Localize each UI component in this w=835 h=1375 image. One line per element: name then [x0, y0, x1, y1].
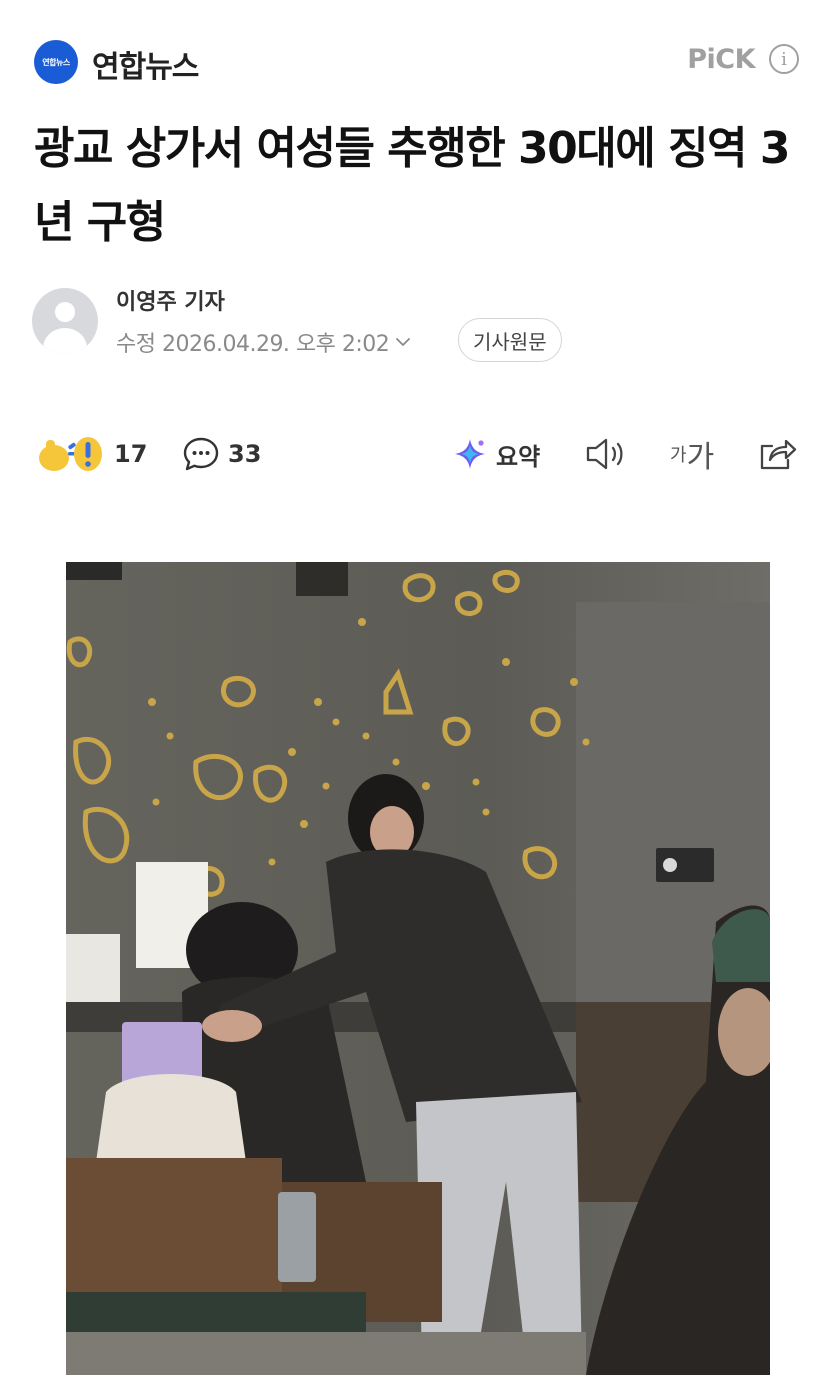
share-button[interactable] — [756, 430, 798, 478]
ai-summary-sparkle-icon — [455, 439, 485, 469]
font-size-large-label: 가 — [686, 440, 715, 475]
article-headline: 광교 상가서 여성들 추행한 30대에 징역 3년 구형 — [34, 123, 790, 248]
font-size-button[interactable]: 가 가 — [670, 430, 714, 478]
article-date[interactable]: 수정 2026.04.29. 오후 2:02 — [116, 326, 411, 358]
pick-badge: PiCK — [687, 44, 755, 75]
font-size-small-label: 가 — [670, 445, 687, 466]
article-photo[interactable] — [66, 562, 770, 1375]
article-photo-scene — [66, 562, 770, 1375]
comment-bubble-icon — [183, 437, 219, 471]
reaction-button[interactable]: 17 — [36, 430, 147, 478]
chevron-down-icon[interactable] — [395, 334, 411, 350]
share-icon — [760, 439, 797, 470]
summary-button[interactable]: 요약 — [452, 430, 540, 478]
action-bar: 17 33 요약 가 가 — [36, 430, 801, 478]
comment-button[interactable]: 33 — [182, 430, 261, 478]
reaction-emoji-icon — [39, 437, 102, 471]
comment-count: 33 — [228, 440, 262, 468]
reporter-name[interactable]: 이영주 기자 — [116, 284, 225, 316]
reporter-avatar[interactable] — [32, 288, 98, 354]
press-header: 연합뉴스 연합뉴스 PiCK i — [34, 40, 799, 86]
info-icon[interactable]: i — [769, 44, 799, 74]
reaction-count: 17 — [114, 440, 148, 468]
audio-button[interactable] — [584, 430, 628, 478]
press-logo[interactable]: 연합뉴스 — [34, 40, 78, 84]
summary-label: 요약 — [496, 442, 541, 471]
press-name[interactable]: 연합뉴스 — [92, 42, 199, 86]
speaker-icon — [586, 438, 623, 470]
date-text: 수정 2026.04.29. 오후 2:02 — [116, 332, 390, 357]
original-article-button[interactable]: 기사원문 — [458, 318, 562, 362]
